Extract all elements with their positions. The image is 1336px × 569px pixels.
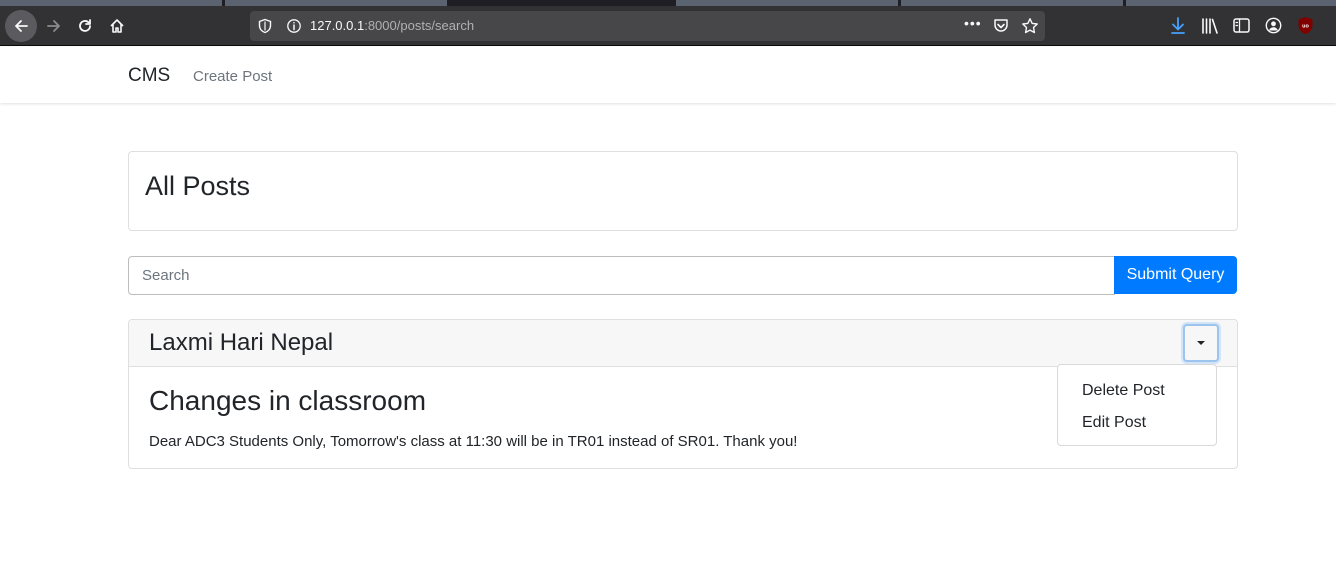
post-title: Changes in classroom (149, 385, 427, 416)
pocket-icon[interactable] (992, 17, 1010, 35)
url-bar[interactable]: 127.0.0.1:8000/posts/search ••• (250, 11, 1045, 41)
info-icon[interactable] (286, 18, 302, 34)
download-icon[interactable] (1170, 17, 1186, 35)
forward-icon (47, 20, 60, 32)
account-icon[interactable] (1265, 17, 1282, 34)
site-navbar: CMS Create Post (0, 47, 1336, 103)
home-button[interactable] (103, 12, 131, 40)
back-icon (15, 20, 28, 32)
post-author: Laxmi Hari Nepal (149, 329, 334, 356)
browser-toolbar: 127.0.0.1:8000/posts/search ••• uo (0, 6, 1336, 46)
post-card-header: Laxmi Hari Nepal (129, 320, 1237, 367)
post-body: Dear ADC3 Students Only, Tomorrow's clas… (149, 433, 798, 450)
shield-icon[interactable] (257, 18, 273, 34)
home-icon (110, 19, 124, 33)
page-header-card: All Posts (128, 151, 1238, 231)
ublock-icon[interactable]: uo (1297, 16, 1314, 35)
create-post-link[interactable]: Create Post (193, 68, 272, 85)
url-path: :8000/posts/search (364, 18, 475, 33)
search-input[interactable] (128, 256, 1115, 295)
library-icon[interactable] (1201, 18, 1219, 34)
bookmark-star-icon[interactable] (1021, 17, 1039, 35)
reload-button[interactable] (71, 12, 99, 40)
submit-query-button[interactable]: Submit Query (1114, 256, 1237, 294)
forward-button[interactable] (40, 12, 68, 40)
post-options-dropdown-toggle[interactable] (1183, 324, 1219, 362)
svg-text:uo: uo (1302, 24, 1309, 30)
brand-link[interactable]: CMS (128, 65, 170, 87)
sidebar-icon[interactable] (1233, 18, 1250, 33)
page-actions-icon[interactable]: ••• (964, 15, 982, 31)
caret-down-icon (1197, 341, 1205, 345)
edit-post-menu-item[interactable]: Edit Post (1082, 414, 1146, 432)
delete-post-menu-item[interactable]: Delete Post (1082, 382, 1165, 400)
url-text[interactable]: 127.0.0.1:8000/posts/search (310, 18, 474, 33)
post-options-menu: Delete Post Edit Post (1057, 364, 1217, 446)
url-host: 127.0.0.1 (310, 18, 365, 33)
back-button[interactable] (5, 10, 37, 42)
page-title: All Posts (145, 171, 251, 201)
reload-icon (79, 19, 91, 32)
